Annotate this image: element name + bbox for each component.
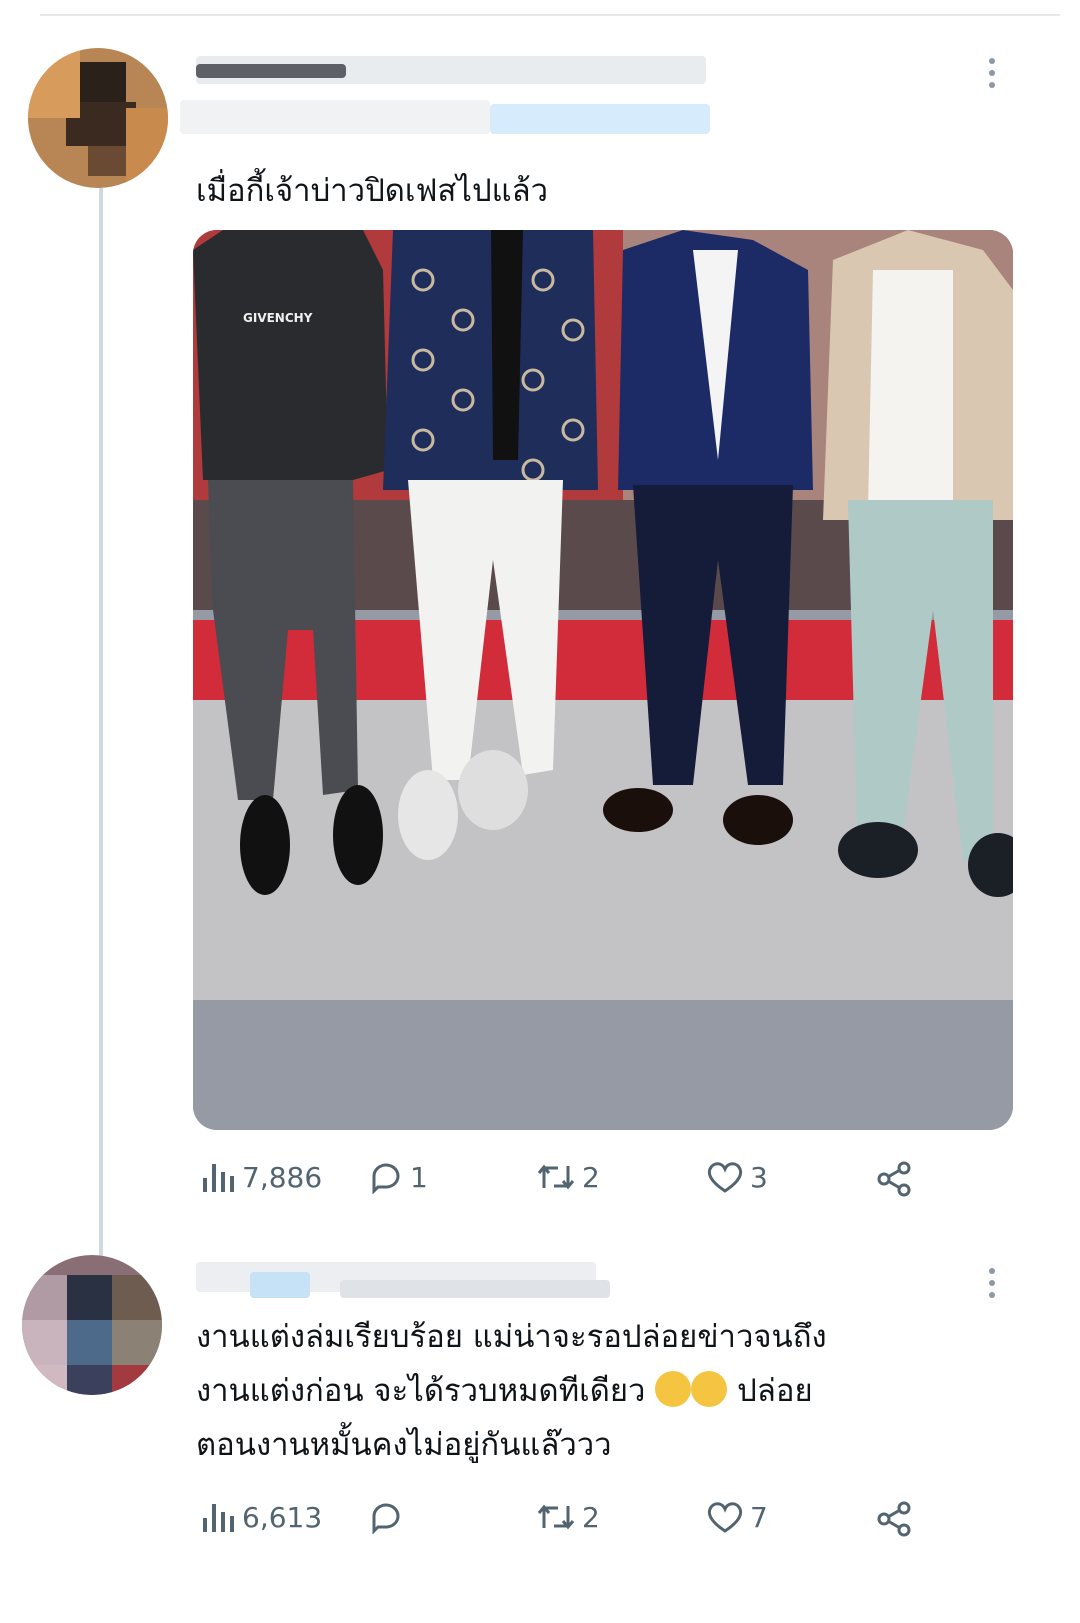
repost-icon (537, 1504, 575, 1530)
like-button[interactable]: 3 (706, 1160, 768, 1194)
post-actions-bar: 7,886 1 2 3 (200, 1160, 920, 1200)
divider (40, 14, 1060, 16)
avatar[interactable] (22, 1255, 162, 1395)
views-stat[interactable]: 7,886 (200, 1160, 322, 1194)
handle-blurred[interactable] (250, 1272, 310, 1298)
repost-count: 2 (582, 1500, 600, 1534)
views-chart-icon (203, 1504, 234, 1532)
post-image[interactable]: GIVENCHY (193, 230, 1013, 1130)
thread-connector-line (99, 180, 103, 1265)
share-button[interactable] (876, 1500, 914, 1538)
post-text: งานแต่งล่มเรียบร้อย แม่น่าจะรอปล่อยข่าวจ… (196, 1310, 827, 1472)
post-text-line: งานแต่งล่มเรียบร้อย แม่น่าจะรอปล่อยข่าวจ… (196, 1319, 827, 1355)
more-options-icon[interactable] (987, 58, 997, 94)
views-count: 7,886 (242, 1160, 323, 1194)
reply-button[interactable]: 1 (368, 1160, 428, 1194)
face-with-tears-of-joy-icon (655, 1371, 692, 1407)
post-text: เมื่อกี้เจ้าบ่าวปิดเฟสไปแล้ว (196, 173, 549, 209)
handle-blurred (340, 1280, 610, 1298)
share-icon (877, 1161, 911, 1197)
heart-icon (707, 1162, 743, 1193)
post-text-line: งานแต่งก่อน จะได้รวบหมดทีเดียว (196, 1373, 646, 1409)
reply-count: 1 (410, 1160, 428, 1194)
reply-icon (372, 1503, 400, 1534)
share-button[interactable] (876, 1160, 914, 1198)
reply-icon (372, 1163, 400, 1194)
hoodie-print: GIVENCHY (243, 311, 313, 325)
share-icon (877, 1501, 911, 1537)
heart-icon (707, 1502, 743, 1533)
repost-button[interactable]: 2 (536, 1500, 600, 1534)
post-actions-bar: 6,613 2 7 (200, 1500, 920, 1540)
like-count: 3 (750, 1160, 768, 1194)
reply-to-link-blurred[interactable] (490, 104, 710, 134)
rolling-on-the-floor-laughing-icon (691, 1371, 728, 1407)
post-text-line: ปล่อย (737, 1373, 813, 1409)
repost-count: 2 (582, 1160, 600, 1194)
more-options-icon[interactable] (987, 1268, 997, 1304)
views-count: 6,613 (242, 1500, 323, 1534)
display-name-blurred (196, 64, 346, 78)
like-button[interactable]: 7 (706, 1500, 768, 1534)
repost-icon (537, 1164, 575, 1190)
like-count: 7 (750, 1500, 768, 1534)
reply-button[interactable] (368, 1500, 410, 1534)
avatar[interactable] (28, 48, 168, 188)
views-chart-icon (203, 1164, 234, 1192)
views-stat[interactable]: 6,613 (200, 1500, 322, 1534)
handle-blurred[interactable] (180, 100, 490, 134)
repost-button[interactable]: 2 (536, 1160, 600, 1194)
post-text-line: ตอนงานหมั้นคงไม่อยู่กันแล๊ววว (196, 1427, 612, 1463)
